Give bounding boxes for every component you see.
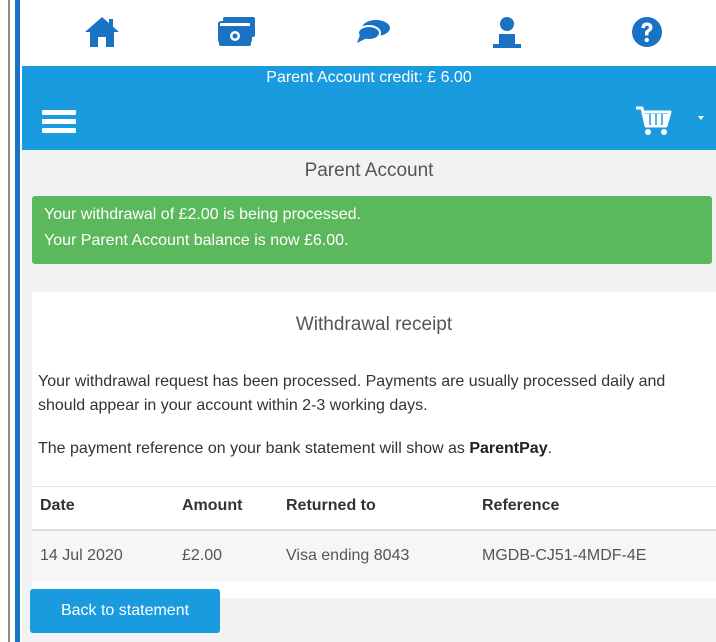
- credit-bar: Parent Account credit: £ 6.00: [22, 66, 716, 90]
- reference-note-text: The payment reference on your bank state…: [38, 440, 470, 457]
- reference-note-end: .: [547, 440, 553, 457]
- window-left-edge: [0, 0, 22, 642]
- column-header-reference: Reference: [482, 497, 560, 514]
- reference-name: ParentPay: [469, 440, 548, 457]
- column-header-returned-to: Returned to: [286, 497, 376, 514]
- alert-line-1: Your withdrawal of £2.00 is being proces…: [44, 206, 361, 223]
- user-icon[interactable]: [485, 12, 529, 52]
- account-credit-text: Parent Account credit: £ 6.00: [266, 69, 472, 86]
- help-icon[interactable]: [625, 12, 669, 52]
- receipt-title: Withdrawal receipt: [295, 314, 453, 335]
- back-to-statement-button[interactable]: Back to statement: [30, 589, 220, 633]
- cell-date: 14 Jul 2020: [40, 547, 123, 564]
- home-icon[interactable]: [80, 12, 124, 52]
- receipt-message: Your withdrawal request has been process…: [38, 373, 666, 414]
- window-border: [8, 0, 10, 642]
- money-icon[interactable]: [215, 12, 259, 52]
- success-alert: Your withdrawal of £2.00 is being proces…: [32, 196, 712, 264]
- hamburger-icon[interactable]: [42, 110, 76, 134]
- cell-amount: £2.00: [182, 547, 223, 564]
- app-window: Parent Account credit: £ 6.00 Parent Acc…: [22, 0, 716, 642]
- alert-line-2: Your Parent Account balance is now £6.00…: [44, 232, 349, 249]
- window-accent-border: [15, 0, 20, 642]
- page-title: Parent Account: [304, 160, 434, 181]
- payment-reference-note: The payment reference on your bank state…: [38, 437, 712, 461]
- cell-reference: MGDB-CJ51-4MDF-4E: [482, 547, 647, 564]
- receipt-panel: Withdrawal receipt Your withdrawal reque…: [32, 292, 716, 598]
- top-icon-bar: [22, 0, 716, 66]
- table-row: 14 Jul 2020 £2.00 Visa ending 8043 MGDB-…: [32, 531, 716, 581]
- cell-returned-to: Visa ending 8043: [286, 547, 410, 564]
- nav-bar: [22, 90, 716, 150]
- cart-icon[interactable]: [634, 104, 674, 138]
- table-header: Date Amount Returned to Reference: [32, 486, 716, 531]
- cart-dropdown-caret-icon[interactable]: [698, 116, 704, 120]
- column-header-date: Date: [40, 497, 75, 514]
- column-header-amount: Amount: [182, 497, 243, 514]
- chat-icon[interactable]: [352, 12, 396, 52]
